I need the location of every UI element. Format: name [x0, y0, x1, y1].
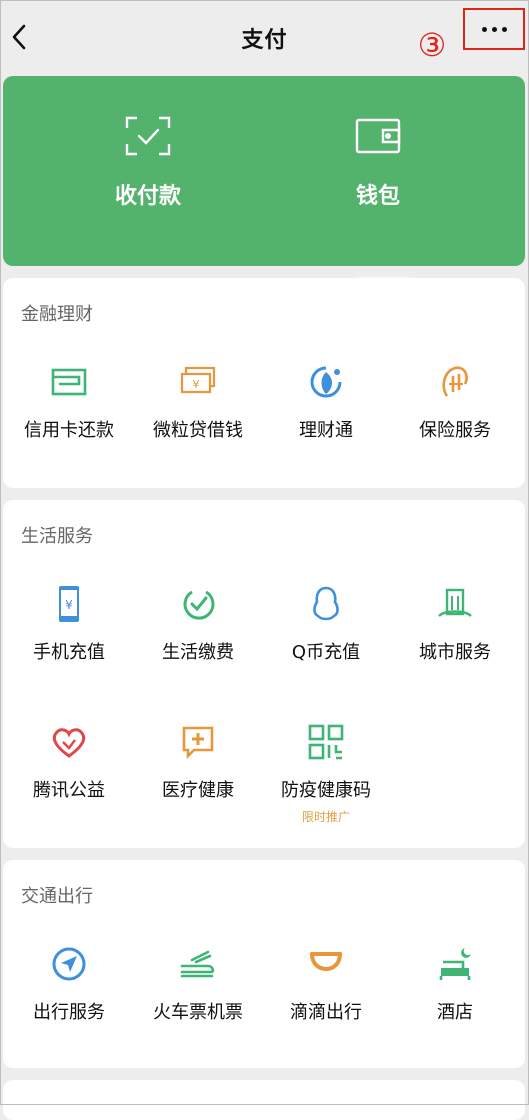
- grid-item-label: 理财通: [299, 420, 353, 441]
- grid-item-label: 防疫健康码: [281, 780, 371, 801]
- grid-item-travel[interactable]: 出行服务: [4, 944, 134, 1024]
- insurance-icon: [442, 366, 468, 397]
- scan-pay-icon: [125, 116, 171, 156]
- grid-item-insurance[interactable]: 保险服务: [390, 362, 520, 442]
- city-service-icon: [438, 588, 472, 617]
- grid-item-medical[interactable]: 医疗健康: [133, 722, 263, 802]
- svg-text:¥: ¥: [193, 378, 200, 391]
- grid-item-label: 火车票机票: [153, 1002, 243, 1023]
- grid-item-label: 酒店: [437, 1002, 473, 1023]
- grid-item-phone-topup[interactable]: ¥ 手机充值: [4, 584, 134, 664]
- hero-item-receive-pay[interactable]: 收付款: [58, 116, 238, 210]
- hero-item-label: 收付款: [114, 184, 181, 209]
- step-marker: ③: [417, 26, 447, 64]
- grid-item-didi[interactable]: 滴滴出行: [261, 944, 391, 1024]
- hero-item-wallet[interactable]: 钱包: [288, 116, 468, 210]
- qq-coin-icon: [313, 586, 339, 621]
- grid-item-label: 信用卡还款: [24, 420, 114, 441]
- section-finance: 金融理财 信用卡还款 ¥ 微粒贷借钱 理财通 保险服务: [3, 278, 525, 488]
- grid-item-label: 生活缴费: [162, 642, 234, 663]
- promo-tag: 限时推广: [301, 810, 350, 824]
- grid-item-label: 医疗健康: [162, 780, 234, 801]
- wallet-icon: [355, 118, 401, 154]
- grid-item-wealth[interactable]: 理财通: [261, 362, 391, 442]
- grid-item-label: 出行服务: [33, 1002, 105, 1023]
- grid-item-label: Q币充值: [291, 642, 361, 663]
- grid-item-label: 手机充值: [33, 642, 105, 663]
- charity-icon: [52, 728, 86, 758]
- grid-item-credit-card[interactable]: 信用卡还款: [4, 362, 134, 442]
- grid-item-utility[interactable]: 生活缴费: [133, 584, 263, 664]
- train-ticket-icon: [180, 950, 215, 978]
- phone-topup-icon: ¥: [59, 586, 79, 622]
- section-next-peek: [3, 1080, 525, 1120]
- grid-item-loan[interactable]: ¥ 微粒贷借钱: [133, 362, 263, 442]
- grid-item-label: 城市服务: [419, 642, 491, 663]
- grid-item-qq-coin[interactable]: Q币充值: [261, 584, 391, 664]
- section-transport: 交通出行 出行服务 火车票机票 滴滴出行 酒店: [3, 860, 525, 1068]
- health-code-icon: [308, 724, 344, 760]
- more-dots-icon: [481, 26, 507, 32]
- grid-item-hotel[interactable]: 酒店: [390, 944, 520, 1024]
- loan-cash-icon: ¥: [180, 366, 216, 394]
- credit-card-icon: [51, 368, 87, 396]
- section-life-services: 生活服务 ¥ 手机充值 生活缴费 Q币充值 城市服务 腾讯公益 医疗健康 防疫健…: [3, 500, 525, 848]
- travel-icon: [52, 947, 86, 981]
- nav-bar: 支付 ③: [0, 0, 529, 76]
- grid-item-label: 腾讯公益: [33, 780, 105, 801]
- grid-item-label: 滴滴出行: [290, 1002, 362, 1023]
- hero-item-label: 钱包: [355, 184, 400, 209]
- wealth-icon: [310, 366, 342, 398]
- grid-item-charity[interactable]: 腾讯公益: [4, 722, 134, 802]
- more-button[interactable]: [463, 8, 525, 50]
- didi-icon: [310, 952, 342, 971]
- grid-item-train[interactable]: 火车票机票: [133, 944, 263, 1024]
- section-title: 交通出行: [21, 886, 93, 907]
- grid-item-health-code[interactable]: 防疫健康码 限时推广: [261, 722, 391, 825]
- utility-bill-icon: [183, 590, 215, 620]
- hero-panel: 收付款 钱包: [3, 76, 525, 338]
- section-title: 生活服务: [21, 526, 93, 547]
- medical-icon: [182, 726, 214, 760]
- section-title: 金融理财: [21, 304, 93, 325]
- grid-item-label: 保险服务: [419, 420, 491, 441]
- grid-item-city[interactable]: 城市服务: [390, 584, 520, 664]
- svg-text:¥: ¥: [65, 598, 73, 612]
- grid-item-label: 微粒贷借钱: [153, 420, 243, 441]
- hotel-icon: [439, 948, 471, 980]
